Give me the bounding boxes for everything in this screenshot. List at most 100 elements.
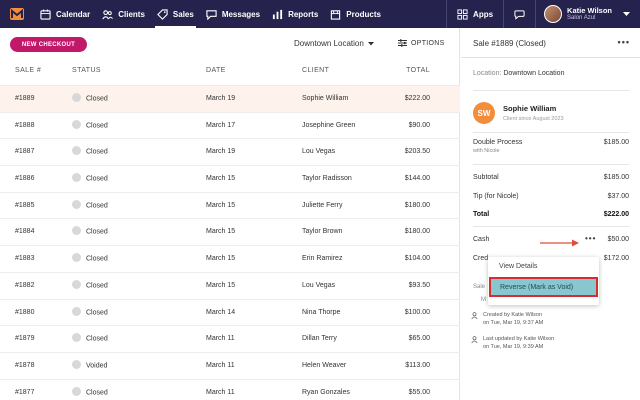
table-row[interactable]: #1878 Voided March 11 Helen Weaver $113.… bbox=[0, 351, 460, 379]
nav-products-label: Products bbox=[346, 9, 381, 19]
row-date: March 19 bbox=[206, 148, 236, 156]
row-sale-number: #1888 bbox=[15, 121, 35, 129]
col-header-status[interactable]: STATUS bbox=[72, 67, 101, 74]
nav-products[interactable]: Products bbox=[324, 0, 387, 28]
nav-sales[interactable]: Sales bbox=[151, 0, 200, 28]
row-sale-number: #1880 bbox=[15, 308, 35, 316]
sales-list-pane: NEW CHECKOUT Downtown Location OPTIONS S… bbox=[0, 28, 460, 400]
table-row[interactable]: #1885 Closed March 15 Juliette Ferry $18… bbox=[0, 191, 460, 219]
row-sale-number: #1879 bbox=[15, 335, 35, 343]
row-sale-number: #1882 bbox=[15, 281, 35, 289]
divider bbox=[473, 132, 629, 133]
status-dot-icon bbox=[72, 146, 81, 156]
row-client: Helen Weaver bbox=[302, 361, 347, 369]
row-sale-number: #1887 bbox=[15, 148, 35, 156]
grid-icon bbox=[457, 8, 468, 20]
row-status: Closed bbox=[72, 119, 108, 129]
user-icon bbox=[471, 312, 478, 319]
box-icon bbox=[331, 9, 341, 20]
nav-apps[interactable]: Apps bbox=[447, 0, 503, 28]
table-row[interactable]: #1880 Closed March 14 Nina Thorpe $100.0… bbox=[0, 298, 460, 326]
row-sale-number: #1889 bbox=[15, 95, 35, 102]
options-button[interactable]: OPTIONS bbox=[398, 39, 445, 47]
row-date: March 17 bbox=[206, 121, 236, 129]
table-row[interactable]: #1883 Closed March 15 Erin Ramirez $104.… bbox=[0, 245, 460, 272]
arrow-right-icon bbox=[540, 239, 579, 247]
table-row[interactable]: #1887 Closed March 19 Lou Vegas $203.50 bbox=[0, 138, 460, 165]
row-client: Erin Ramirez bbox=[302, 255, 343, 263]
row-status: Closed bbox=[72, 146, 108, 156]
row-total: $93.50 bbox=[408, 281, 430, 289]
client-name-link[interactable]: Sophie William bbox=[503, 104, 556, 113]
row-date: March 11 bbox=[206, 388, 235, 396]
subtotal-label: Subtotal bbox=[473, 174, 499, 181]
total-label: Total bbox=[473, 211, 490, 218]
table-row[interactable]: #1886 Closed March 15 Taylor Radisson $1… bbox=[0, 165, 460, 192]
status-dot-icon bbox=[72, 93, 81, 102]
row-sale-number: #1878 bbox=[15, 361, 35, 369]
menu-item-view-details[interactable]: View Details bbox=[499, 263, 537, 270]
tag-icon bbox=[157, 8, 168, 20]
table-row[interactable]: #1884 Closed March 15 Taylor Brown $180.… bbox=[0, 218, 460, 245]
status-dot-icon bbox=[72, 199, 81, 209]
divider bbox=[473, 90, 629, 91]
subtotal-value: $185.00 bbox=[603, 174, 629, 181]
updated-at-text: on Tue, Mar 19, 9:39 AM bbox=[483, 344, 544, 350]
top-nav: Calendar Clients Sales Messages Reports … bbox=[0, 0, 640, 28]
nav-messages[interactable]: Messages bbox=[200, 0, 266, 28]
row-status: Closed bbox=[72, 306, 108, 316]
table-row[interactable]: #1882 Closed March 15 Lou Vegas $93.50 bbox=[0, 271, 460, 299]
tip-label: Tip (for Nicole) bbox=[473, 193, 519, 200]
service-line: Double Process with Nicole $185.00 bbox=[473, 139, 629, 154]
nav-calendar[interactable]: Calendar bbox=[34, 0, 96, 28]
cash-value: $50.00 bbox=[607, 236, 629, 243]
row-status: Closed bbox=[72, 173, 108, 182]
service-price: $185.00 bbox=[603, 139, 629, 146]
user-icon bbox=[471, 336, 478, 343]
row-date: March 15 bbox=[206, 201, 236, 209]
location-select[interactable]: Downtown Location bbox=[294, 39, 374, 48]
nav-reports[interactable]: Reports bbox=[266, 0, 324, 28]
location-value: Downtown Location bbox=[503, 70, 565, 77]
nav-reports-label: Reports bbox=[288, 9, 319, 19]
row-total: $100.00 bbox=[404, 308, 430, 316]
credit-label: Cred bbox=[473, 255, 489, 262]
location-label: Location: bbox=[473, 70, 502, 77]
col-header-sale[interactable]: SALE # bbox=[15, 67, 41, 74]
nav-chat-button[interactable] bbox=[504, 0, 535, 28]
row-client: Lou Vegas bbox=[302, 281, 336, 289]
payment-context-menu: View Details Reverse (Mark as Void) bbox=[488, 257, 599, 305]
user-menu[interactable]: Katie Wilson Salon Azul bbox=[536, 0, 640, 28]
app-logo-icon[interactable] bbox=[0, 0, 34, 28]
row-total: $113.00 bbox=[405, 361, 430, 369]
row-total: $222.00 bbox=[404, 95, 430, 102]
created-by-text: Created by Katie Wilson bbox=[483, 312, 542, 318]
col-header-client[interactable]: CLIENT bbox=[302, 67, 329, 74]
col-header-date[interactable]: DATE bbox=[206, 67, 226, 74]
bar-chart-icon bbox=[272, 9, 283, 19]
row-date: March 15 bbox=[206, 281, 236, 289]
calendar-icon bbox=[40, 8, 51, 20]
credit-value: $172.00 bbox=[603, 255, 629, 262]
nav-clients[interactable]: Clients bbox=[96, 0, 151, 28]
menu-item-reverse-void[interactable]: Reverse (Mark as Void) bbox=[489, 277, 598, 297]
new-checkout-button[interactable]: NEW CHECKOUT bbox=[10, 37, 87, 52]
chat-icon bbox=[206, 9, 217, 20]
payment-more-options-icon[interactable]: ••• bbox=[585, 234, 596, 243]
table-row[interactable]: #1877 Closed March 11 Ryan Gonzales $55.… bbox=[0, 378, 460, 400]
table-row[interactable]: #1888 Closed March 17 Josephine Green $9… bbox=[0, 111, 460, 139]
row-sale-number: #1884 bbox=[15, 228, 35, 236]
row-total: $180.00 bbox=[404, 201, 430, 209]
col-header-total[interactable]: TOTAL bbox=[406, 67, 430, 74]
table-row[interactable]: #1879 Closed March 11 Dillan Terry $65.0… bbox=[0, 325, 460, 352]
table-row[interactable]: #1889 Closed March 19 Sophie William $22… bbox=[0, 85, 460, 112]
row-sale-number: #1886 bbox=[15, 175, 35, 183]
row-total: $104.00 bbox=[404, 255, 430, 263]
row-status: Closed bbox=[72, 279, 108, 289]
row-sale-number: #1883 bbox=[15, 255, 35, 263]
row-client: Juliette Ferry bbox=[302, 201, 343, 209]
row-client: Ryan Gonzales bbox=[302, 388, 350, 396]
avatar bbox=[544, 5, 563, 23]
more-options-icon[interactable]: ••• bbox=[618, 37, 630, 47]
row-status: Closed bbox=[72, 386, 108, 396]
